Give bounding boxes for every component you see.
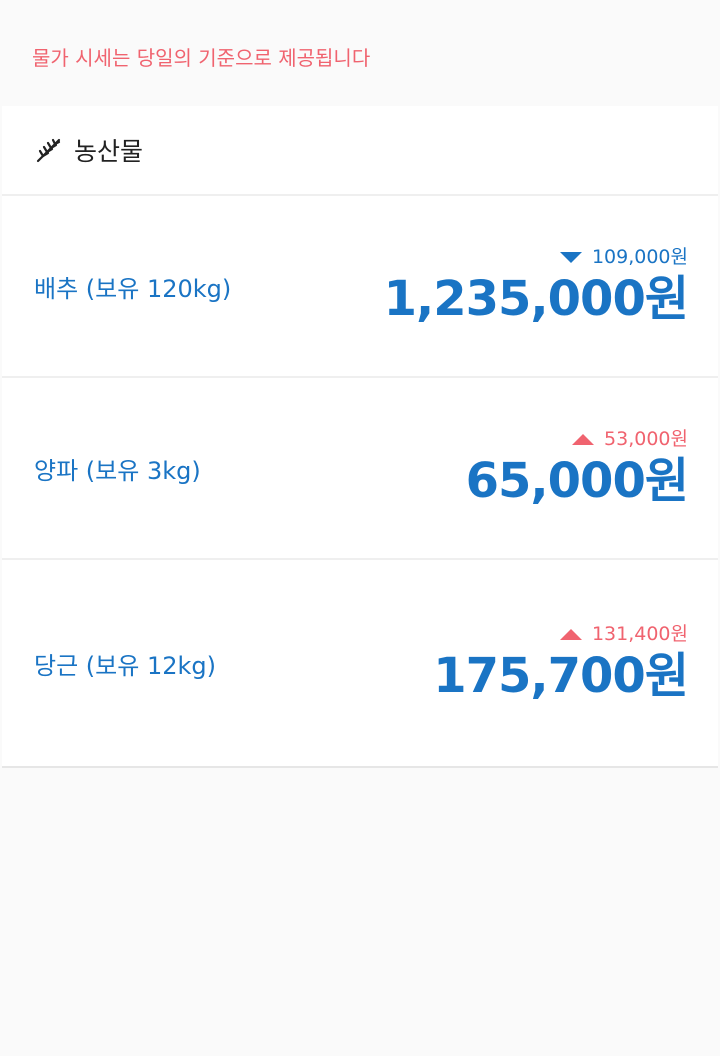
list-item[interactable]: 당근 (보유 12kg) 131,400원 175,700원 [2,560,718,768]
item-name: 배추 (보유 120kg) [34,274,232,303]
wheat-icon [34,135,64,165]
section-header: 농산물 [2,106,718,196]
item-price-block: 53,000원 65,000원 [465,427,689,509]
price-change: 131,400원 [559,622,688,646]
item-name: 양파 (보유 3kg) [34,456,201,485]
item-price-block: 109,000원 1,235,000원 [383,245,689,327]
price-change-value: 53,000원 [604,428,688,450]
item-price: 65,000원 [465,453,689,509]
price-change: 109,000원 [559,245,688,269]
price-notice: 물가 시세는 당일의 기준으로 제공됩니다 [32,46,371,70]
list-item[interactable]: 배추 (보유 120kg) 109,000원 1,235,000원 [2,196,718,378]
price-change-value: 109,000원 [591,246,688,268]
produce-section: 농산물 배추 (보유 120kg) 109,000원 1,235,000원 양파… [2,106,718,768]
arrow-down-icon [559,251,582,263]
price-change: 53,000원 [572,427,688,451]
section-title: 농산물 [74,137,144,166]
item-name: 당근 (보유 12kg) [34,651,216,680]
item-price: 175,700원 [433,648,689,704]
item-price: 1,235,000원 [383,271,689,327]
arrow-up-icon [559,628,582,640]
item-price-block: 131,400원 175,700원 [433,622,689,704]
arrow-up-icon [572,433,595,445]
list-item[interactable]: 양파 (보유 3kg) 53,000원 65,000원 [2,378,718,560]
price-change-value: 131,400원 [591,623,688,645]
